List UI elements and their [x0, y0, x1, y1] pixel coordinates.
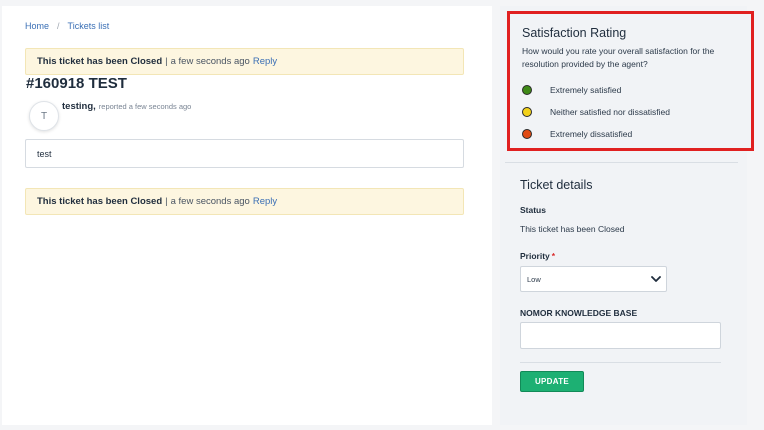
breadcrumb-home-link[interactable]: Home: [25, 21, 49, 31]
green-dot-icon: [522, 85, 532, 95]
status-value: This ticket has been Closed: [520, 224, 625, 234]
ticket-title: #160918 TEST: [26, 75, 127, 92]
alert-message: This ticket has been Closed: [37, 196, 163, 207]
closed-alert-top: This ticket has been Closed | a few seco…: [25, 48, 464, 75]
priority-select[interactable]: Low: [520, 266, 667, 292]
update-button[interactable]: UPDATE: [520, 371, 584, 392]
author-meta: reported a few seconds ago: [98, 102, 192, 111]
status-label: Status: [520, 205, 546, 215]
alert-time: a few seconds ago: [170, 56, 250, 67]
red-dot-icon: [522, 129, 532, 139]
breadcrumb: Home / Tickets list: [25, 21, 109, 31]
ticket-author-line: testing, reported a few seconds ago: [62, 101, 191, 112]
avatar: T: [29, 101, 59, 131]
priority-label-text: Priority: [520, 251, 550, 261]
ticket-details-title: Ticket details: [520, 178, 593, 192]
closed-alert-bottom: This ticket has been Closed | a few seco…: [25, 188, 464, 215]
rating-option-extremely-dissatisfied[interactable]: Extremely dissatisfied: [522, 128, 632, 140]
breadcrumb-separator: /: [57, 21, 60, 31]
form-divider: [520, 362, 721, 363]
knowledge-base-label: NOMOR KNOWLEDGE BASE: [520, 308, 638, 318]
alert-time: a few seconds ago: [170, 196, 250, 207]
knowledge-base-input[interactable]: [520, 322, 721, 349]
yellow-dot-icon: [522, 107, 532, 117]
satisfaction-title: Satisfaction Rating: [522, 26, 627, 40]
satisfaction-rating-panel: Satisfaction Rating How would you rate y…: [507, 11, 754, 151]
priority-label: Priority *: [520, 251, 555, 261]
required-asterisk: *: [551, 251, 556, 261]
reply-link[interactable]: Reply: [253, 196, 277, 207]
section-divider: [505, 162, 738, 163]
rating-option-neutral[interactable]: Neither satisfied nor dissatisfied: [522, 106, 670, 118]
alert-separator: |: [165, 56, 168, 67]
chevron-down-icon: [651, 276, 661, 282]
rating-option-label: Extremely dissatisfied: [550, 129, 633, 139]
author-name: testing,: [62, 101, 96, 112]
priority-selected-value: Low: [527, 274, 541, 284]
rating-option-label: Extremely satisfied: [550, 85, 622, 95]
rating-option-label: Neither satisfied nor dissatisfied: [550, 107, 671, 117]
breadcrumb-tickets-list-link[interactable]: Tickets list: [68, 21, 110, 31]
rating-option-extremely-satisfied[interactable]: Extremely satisfied: [522, 84, 621, 96]
alert-separator: |: [165, 196, 168, 207]
reply-link[interactable]: Reply: [253, 56, 277, 67]
alert-message: This ticket has been Closed: [37, 56, 163, 67]
satisfaction-question: How would you rate your overall satisfac…: [522, 46, 715, 69]
ticket-message: test: [25, 139, 464, 168]
